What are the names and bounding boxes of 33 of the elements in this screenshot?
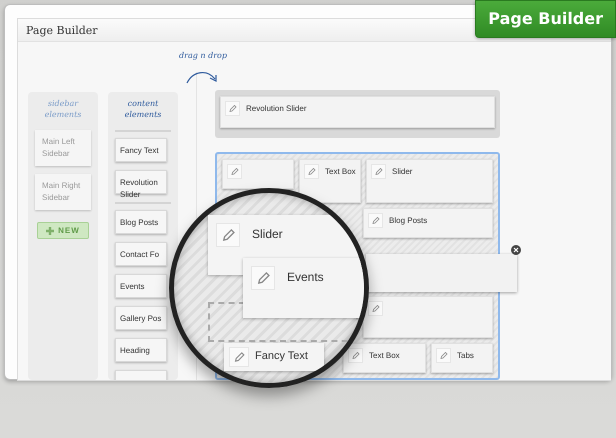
drag-hint: drag n drop [178, 50, 228, 62]
element-card[interactable]: Text Box [343, 343, 426, 373]
plus-icon [46, 226, 54, 235]
column-heading: content elements [124, 98, 162, 120]
element-card[interactable]: Fancy Text [224, 343, 324, 371]
element-card[interactable]: Tabs [431, 343, 493, 373]
column-heading: sidebar elements [44, 98, 82, 120]
dragged-card[interactable]: Events [243, 258, 364, 318]
content-element[interactable]: Blog Posts [115, 210, 167, 234]
pencil-icon[interactable] [251, 266, 275, 290]
element-card[interactable]: Blog Posts [363, 208, 493, 238]
content-element[interactable]: Heading [115, 338, 167, 362]
pencil-icon[interactable] [436, 348, 451, 363]
pencil-icon[interactable] [227, 164, 242, 179]
panel-title: Page Builder [26, 24, 98, 36]
element-card[interactable]: Slider [366, 159, 493, 203]
element-card[interactable] [363, 296, 493, 338]
page-builder-badge: Page Builder [475, 0, 616, 38]
pencil-icon[interactable] [304, 164, 319, 179]
content-element[interactable]: Events [115, 274, 167, 298]
content-element[interactable]: Fancy Text [115, 138, 167, 162]
element-card[interactable]: Text Box [299, 159, 361, 203]
pencil-icon[interactable] [229, 347, 249, 367]
pencil-icon[interactable] [348, 348, 363, 363]
pencil-icon[interactable] [368, 213, 383, 228]
pencil-icon[interactable] [368, 301, 383, 316]
content-element[interactable]: Contact Fo [115, 242, 167, 266]
close-icon[interactable] [511, 245, 521, 255]
element-card[interactable]: Revolution Slider [220, 96, 495, 128]
pencil-icon[interactable] [225, 101, 240, 116]
pencil-icon[interactable] [371, 164, 386, 179]
content-element[interactable]: Gallery Pos [115, 306, 167, 330]
pencil-icon[interactable] [216, 223, 240, 247]
